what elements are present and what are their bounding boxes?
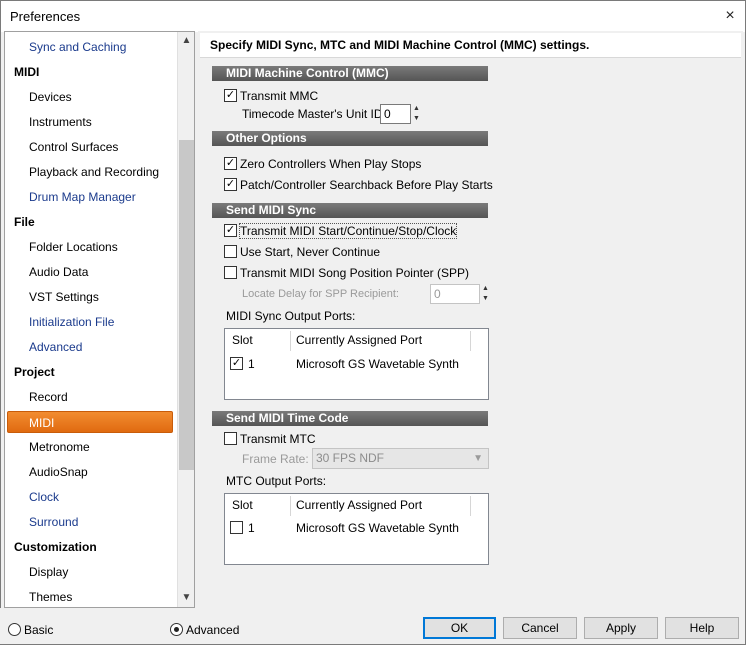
- transmit-spp-checkbox[interactable]: [224, 266, 237, 279]
- locate-delay-input[interactable]: 0: [430, 284, 480, 304]
- sidebar-item-advanced[interactable]: Advanced: [29, 336, 82, 358]
- chevron-down-icon: ▼: [473, 453, 483, 464]
- unit-id-input[interactable]: 0: [380, 104, 411, 124]
- sidebar-item-playback-and-recording[interactable]: Playback and Recording: [29, 161, 159, 183]
- advanced-radio[interactable]: [170, 623, 183, 636]
- sidebar-item-audio-data[interactable]: Audio Data: [29, 261, 88, 283]
- zero-controllers-label: Zero Controllers When Play Stops: [240, 157, 422, 171]
- sidebar-item-midi[interactable]: MIDI: [7, 411, 173, 433]
- unit-id-spinner-icon[interactable]: ▲ ▼: [412, 104, 421, 124]
- frame-rate-value: 30 FPS NDF: [316, 451, 385, 465]
- use-start-checkbox[interactable]: [224, 245, 237, 258]
- transmit-mtc-checkbox[interactable]: [224, 432, 237, 445]
- sidebar-item-drum-map-manager[interactable]: Drum Map Manager: [29, 186, 136, 208]
- sync-ports-label: MIDI Sync Output Ports:: [226, 309, 356, 323]
- sidebar-item-control-surfaces[interactable]: Control Surfaces: [29, 136, 118, 158]
- sync-port-checkbox[interactable]: ✓: [230, 357, 243, 370]
- sidebar-item-surround[interactable]: Surround: [29, 511, 78, 533]
- transmit-mmc-checkbox[interactable]: ✓: [224, 89, 237, 102]
- transmit-start-checkbox[interactable]: ✓: [224, 224, 237, 237]
- frame-rate-select[interactable]: 30 FPS NDF ▼: [312, 448, 489, 469]
- locate-delay-label: Locate Delay for SPP Recipient:: [242, 288, 399, 300]
- sidebar-item-audiosnap[interactable]: AudioSnap: [29, 461, 88, 483]
- sync-ports-grid: Slot Currently Assigned Port ✓ 1 Microso…: [224, 328, 489, 400]
- sidebar-item-vst-settings[interactable]: VST Settings: [29, 286, 99, 308]
- sidebar-item-folder-locations[interactable]: Folder Locations: [29, 236, 118, 258]
- sidebar-item-file[interactable]: File: [14, 211, 35, 233]
- close-icon[interactable]: ×: [719, 5, 741, 27]
- section-mtc-title: Send MIDI Time Code: [212, 411, 488, 426]
- grid-header-port: Currently Assigned Port: [296, 498, 423, 512]
- scroll-thumb[interactable]: [179, 140, 194, 470]
- ok-button[interactable]: OK: [423, 617, 496, 639]
- advanced-label: Advanced: [186, 623, 240, 637]
- sidebar-item-customization[interactable]: Customization: [14, 536, 97, 558]
- sync-port-slot: 1: [248, 357, 255, 371]
- section-other-title: Other Options: [212, 131, 488, 146]
- transmit-mmc-label: Transmit MMC: [240, 89, 319, 103]
- mtc-port-slot: 1: [248, 521, 255, 535]
- sidebar-scrollbar[interactable]: ▲ ▼: [177, 32, 194, 607]
- locate-delay-spinner-icon[interactable]: ▲ ▼: [481, 284, 490, 304]
- sidebar-item-initialization-file[interactable]: Initialization File: [29, 311, 114, 333]
- sidebar-item-instruments[interactable]: Instruments: [29, 111, 92, 133]
- mtc-port-checkbox[interactable]: [230, 521, 243, 534]
- sidebar-item-metronome[interactable]: Metronome: [29, 436, 90, 458]
- sidebar-item-project[interactable]: Project: [14, 361, 55, 383]
- sidebar-item-midi[interactable]: MIDI: [14, 61, 39, 83]
- sidebar-item-display[interactable]: Display: [29, 561, 68, 583]
- use-start-label: Use Start, Never Continue: [240, 245, 381, 259]
- patch-searchback-checkbox[interactable]: ✓: [224, 178, 237, 191]
- transmit-spp-label: Transmit MIDI Song Position Pointer (SPP…: [240, 266, 469, 280]
- radio-selected-dot: [174, 627, 179, 632]
- basic-label: Basic: [24, 623, 54, 637]
- section-sync-title: Send MIDI Sync: [212, 203, 488, 218]
- sidebar-item-devices[interactable]: Devices: [29, 86, 72, 108]
- mtc-ports-label: MTC Output Ports:: [226, 474, 327, 488]
- scroll-up-icon[interactable]: ▲: [178, 32, 194, 49]
- frame-rate-label: Frame Rate:: [242, 452, 309, 466]
- panel-header: Specify MIDI Sync, MTC and MIDI Machine …: [200, 33, 741, 58]
- mtc-ports-grid: Slot Currently Assigned Port 1 Microsoft…: [224, 493, 489, 565]
- sidebar: Sync and Caching MIDI Devices Instruments Co…: [4, 31, 195, 608]
- footer-bar: Basic Advanced OK Cancel Apply Help: [0, 608, 744, 644]
- sidebar-item-record[interactable]: Record: [29, 386, 68, 408]
- unit-id-label: Timecode Master's Unit ID:: [242, 107, 386, 121]
- grid-header-slot: Slot: [232, 498, 253, 512]
- grid-header-port: Currently Assigned Port: [296, 333, 423, 347]
- transmit-start-label: Transmit MIDI Start/Continue/Stop/Clock: [238, 223, 458, 239]
- title-bar: Preferences ×: [1, 1, 745, 32]
- help-button[interactable]: Help: [665, 617, 739, 639]
- sidebar-item-clock[interactable]: Clock: [29, 486, 59, 508]
- patch-searchback-label: Patch/Controller Searchback Before Play …: [240, 178, 493, 192]
- apply-button[interactable]: Apply: [584, 617, 658, 639]
- sync-port-name[interactable]: Microsoft GS Wavetable Synth: [296, 357, 459, 371]
- sidebar-item-themes[interactable]: Themes: [29, 586, 72, 607]
- header-text: Specify MIDI Sync, MTC and MIDI Machine …: [210, 38, 590, 52]
- cancel-button[interactable]: Cancel: [503, 617, 577, 639]
- mtc-port-name[interactable]: Microsoft GS Wavetable Synth: [296, 521, 459, 535]
- scroll-down-icon[interactable]: ▼: [178, 589, 194, 606]
- sidebar-item-sync-and-caching[interactable]: Sync and Caching: [29, 36, 126, 58]
- transmit-mtc-label: Transmit MTC: [240, 432, 316, 446]
- basic-radio[interactable]: [8, 623, 21, 636]
- section-mmc-title: MIDI Machine Control (MMC): [212, 66, 488, 81]
- window-title: Preferences: [10, 9, 81, 24]
- grid-header-slot: Slot: [232, 333, 253, 347]
- zero-controllers-checkbox[interactable]: ✓: [224, 157, 237, 170]
